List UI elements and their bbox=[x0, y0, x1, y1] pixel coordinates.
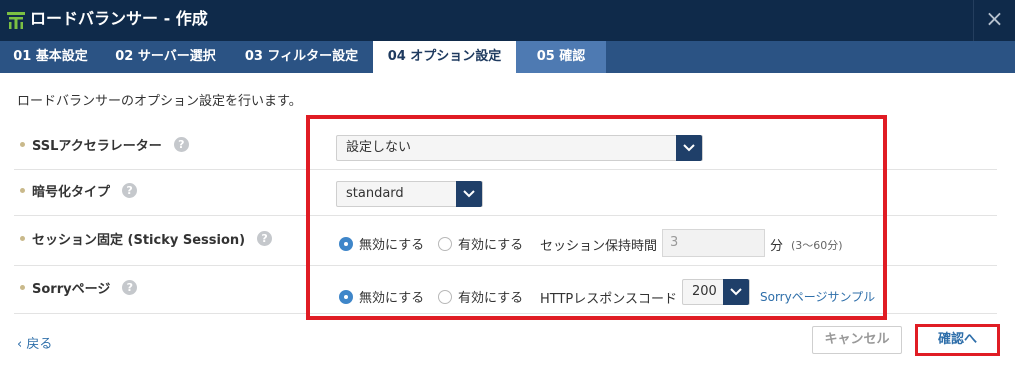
encryption-type-label-text: 暗号化タイプ bbox=[32, 185, 111, 200]
app-logo-icon bbox=[7, 12, 25, 29]
ssl-accelerator-label-text: SSLアクセラレーター bbox=[32, 139, 162, 154]
radio-unselected-icon bbox=[438, 236, 452, 251]
sorry-enable-radio[interactable]: 有効にする bbox=[438, 287, 523, 306]
encryption-type-select[interactable]: standard bbox=[336, 181, 483, 207]
session-disable-radio[interactable]: 無効にする bbox=[339, 234, 424, 253]
sorry-enable-label: 有効にする bbox=[458, 291, 524, 306]
tab-server-selection[interactable]: 02 サーバー選択 bbox=[101, 41, 230, 73]
bullet-icon bbox=[20, 285, 25, 290]
window-title: ロードバランサー - 作成 bbox=[30, 9, 208, 28]
bullet-icon bbox=[20, 188, 25, 193]
session-unit: 分 bbox=[770, 239, 784, 254]
cancel-button[interactable]: キャンセル bbox=[812, 326, 902, 354]
tab-option-settings[interactable]: 04 オプション設定 bbox=[373, 41, 516, 73]
sorry-disable-label: 無効にする bbox=[359, 291, 425, 306]
chevron-down-icon bbox=[676, 135, 702, 161]
http-response-code-label: HTTPレスポンスコード bbox=[540, 292, 678, 307]
help-icon[interactable]: ? bbox=[122, 183, 138, 198]
help-icon[interactable]: ? bbox=[122, 280, 138, 295]
sticky-session-label-text: セッション固定 (Sticky Session) bbox=[32, 233, 246, 248]
back-label: 戻る bbox=[26, 337, 53, 352]
sorry-page-label: Sorryページ ? bbox=[20, 278, 138, 297]
sorry-page-label-text: Sorryページ bbox=[32, 282, 111, 297]
http-response-code-select[interactable]: 200 bbox=[682, 279, 750, 305]
radio-selected-icon bbox=[339, 236, 353, 251]
tab-confirm[interactable]: 05 確認 bbox=[516, 41, 606, 73]
chevron-down-icon bbox=[456, 181, 482, 207]
http-response-code-value: 200 bbox=[692, 284, 717, 299]
title-bar: ロードバランサー - 作成 × bbox=[0, 0, 1015, 41]
help-icon[interactable]: ? bbox=[173, 137, 189, 152]
bullet-icon bbox=[20, 142, 25, 147]
tab-filter-settings[interactable]: 03 フィルター設定 bbox=[230, 41, 373, 73]
session-hold-time-label: セッション保持時間 bbox=[540, 239, 658, 254]
session-enable-label: 有効にする bbox=[458, 238, 524, 253]
sticky-session-label: セッション固定 (Sticky Session) ? bbox=[20, 229, 273, 248]
ssl-accelerator-value: 設定しない bbox=[346, 140, 412, 155]
encryption-type-label: 暗号化タイプ ? bbox=[20, 181, 138, 200]
sorry-disable-radio[interactable]: 無効にする bbox=[339, 287, 424, 306]
bullet-icon bbox=[20, 236, 25, 241]
chevron-down-icon bbox=[723, 279, 749, 305]
wizard-tabs: 01 基本設定 02 サーバー選択 03 フィルター設定 04 オプション設定 … bbox=[0, 41, 1015, 73]
session-range-hint: (3〜60分) bbox=[791, 239, 843, 252]
ssl-accelerator-label: SSLアクセラレーター ? bbox=[20, 135, 189, 154]
page-description: ロードバランサーのオプション設定を行います。 bbox=[17, 94, 302, 109]
sorry-page-sample-link[interactable]: Sorryページサンプル bbox=[760, 288, 875, 305]
chevron-left-icon: ‹ bbox=[17, 337, 27, 352]
radio-unselected-icon bbox=[438, 289, 452, 304]
session-hold-time-input[interactable]: 3 bbox=[662, 229, 765, 257]
session-enable-radio[interactable]: 有効にする bbox=[438, 234, 523, 253]
confirm-button[interactable]: 確認へ bbox=[922, 329, 993, 351]
encryption-type-value: standard bbox=[346, 186, 404, 201]
ssl-accelerator-select[interactable]: 設定しない bbox=[336, 135, 703, 161]
session-disable-label: 無効にする bbox=[359, 238, 425, 253]
tab-basic-settings[interactable]: 01 基本設定 bbox=[0, 41, 101, 73]
help-icon[interactable]: ? bbox=[257, 231, 273, 246]
close-icon[interactable]: × bbox=[973, 0, 1015, 41]
back-link[interactable]: ‹ 戻る bbox=[17, 333, 52, 352]
radio-selected-icon bbox=[339, 289, 353, 304]
